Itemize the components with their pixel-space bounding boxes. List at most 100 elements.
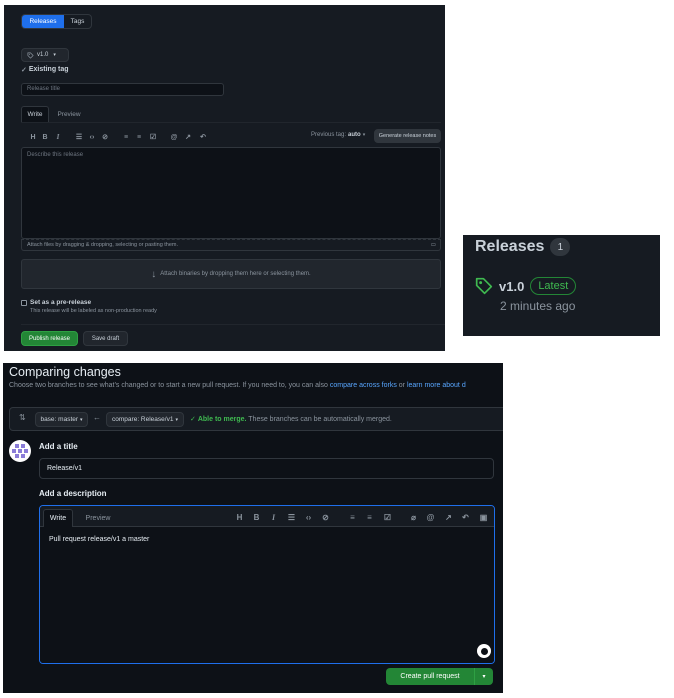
pr-title-input[interactable]: Release/v1 <box>39 458 494 479</box>
attach-files-bar[interactable]: Attach files by dragging & dropping, sel… <box>21 239 441 251</box>
chevron-down-icon: ▾ <box>53 52 56 58</box>
binaries-dropzone[interactable]: ↓ Attach binaries by dropping them here … <box>21 259 441 289</box>
release-item[interactable]: v1.0 Latest <box>475 277 577 295</box>
task-list-icon[interactable]: ☑ <box>148 132 158 142</box>
tag-icon <box>27 52 34 59</box>
merge-status: ✓ Able to merge. These branches can be a… <box>190 415 392 423</box>
prerelease-label[interactable]: Set as a pre-release <box>30 299 91 306</box>
tag-status-text: Existing tag <box>28 66 69 73</box>
merge-note: These branches can be automatically merg… <box>248 416 392 423</box>
pr-title-value: Release/v1 <box>47 465 83 472</box>
tab-write[interactable]: Write <box>43 509 73 527</box>
tab-tags[interactable]: Tags <box>64 15 91 28</box>
base-branch-label: base: master <box>40 416 79 423</box>
releases-count-badge: 1 <box>550 238 571 256</box>
tab-preview[interactable]: Preview <box>49 106 89 122</box>
compare-forks-link[interactable]: compare across forks <box>330 382 397 389</box>
bulleted-list-icon[interactable]: ≡ <box>364 512 375 523</box>
release-name-link[interactable]: v1.0 <box>499 279 524 294</box>
releases-heading[interactable]: Releases 1 <box>475 238 571 256</box>
check-icon: ✓ <box>21 67 27 74</box>
create-pull-request-button[interactable]: Create pull request <box>386 668 475 685</box>
previous-tag-select[interactable]: Previous tag: auto ▾ <box>311 132 365 138</box>
quote-icon[interactable]: ☰ <box>286 512 297 523</box>
cross-reference-icon[interactable]: ↗ <box>443 512 454 523</box>
undo-icon[interactable]: ↶ <box>460 512 471 523</box>
copilot-icon[interactable] <box>477 644 491 658</box>
publish-release-button[interactable]: Publish release <box>21 331 78 346</box>
release-time: 2 minutes ago <box>500 299 576 313</box>
cross-reference-icon[interactable]: ↗ <box>183 132 193 142</box>
compare-subtitle: Choose two branches to see what’s change… <box>9 382 466 389</box>
compare-branch-select[interactable]: compare: Release/v1 ▾ <box>106 412 184 427</box>
chevron-down-icon: ▾ <box>482 674 486 680</box>
latest-badge: Latest <box>530 277 577 295</box>
code-icon[interactable]: ‹› <box>303 512 314 523</box>
link-icon[interactable]: ⊘ <box>320 512 331 523</box>
bold-icon[interactable]: B <box>251 512 262 523</box>
chevron-down-icon: ▾ <box>175 416 178 423</box>
description-text: Pull request release/v1 a master <box>49 536 150 543</box>
tab-write[interactable]: Write <box>21 106 49 122</box>
releases-sidebar: Releases 1 v1.0 Latest 2 minutes ago <box>463 235 660 336</box>
previous-tag-label: Previous tag: <box>311 132 347 138</box>
numbered-list-icon[interactable]: ≡ <box>134 132 144 142</box>
mention-icon[interactable]: @ <box>425 512 436 523</box>
quote-icon[interactable]: ☰ <box>74 132 84 142</box>
releases-tags-switch: Releases Tags <box>21 14 92 29</box>
prerelease-checkbox[interactable] <box>21 300 27 306</box>
tag-status: ✓ Existing tag <box>21 66 69 74</box>
numbered-list-icon[interactable]: ≡ <box>347 512 358 523</box>
saved-replies-icon[interactable]: ▣ <box>478 512 489 523</box>
avatar[interactable] <box>9 440 31 462</box>
tag-select-button[interactable]: v1.0 ▾ <box>21 48 69 62</box>
attach-icon[interactable]: ⌀ <box>408 512 419 523</box>
previous-tag-value: auto <box>348 132 361 138</box>
markdown-icon: ▭ <box>430 242 436 248</box>
description-editor: Write Preview Pull request release/v1 a … <box>39 505 495 664</box>
subtitle-or: or <box>396 382 407 389</box>
tag-icon <box>475 277 493 295</box>
learn-more-link[interactable]: learn more about d <box>407 382 466 389</box>
add-title-label: Add a title <box>39 442 78 451</box>
chevron-down-icon: ▾ <box>80 416 83 423</box>
create-options-dropdown[interactable]: ▾ <box>475 668 493 685</box>
add-description-label: Add a description <box>39 489 107 498</box>
chevron-down-icon: ▾ <box>362 132 366 138</box>
tab-releases[interactable]: Releases <box>22 15 64 28</box>
arrow-down-icon: ↓ <box>151 268 157 280</box>
branch-selector-bar: ⇅ base: master ▾ ← compare: Release/v1 ▾… <box>9 407 503 431</box>
italic-icon[interactable]: I <box>53 132 63 142</box>
generate-release-notes-button[interactable]: Generate release notes <box>374 129 441 143</box>
task-list-icon[interactable]: ☑ <box>382 512 393 523</box>
release-body-placeholder: Describe this release <box>27 152 84 158</box>
check-icon: ✓ <box>190 416 196 423</box>
mention-icon[interactable]: @ <box>169 132 179 142</box>
editor-tabs: Write Preview <box>21 106 89 122</box>
release-title-placeholder: Release title <box>27 86 61 92</box>
link-icon[interactable]: ⊘ <box>100 132 110 142</box>
compare-arrows-icon: ⇅ <box>19 413 26 422</box>
releases-heading-text: Releases <box>475 238 545 255</box>
heading-icon[interactable]: H <box>234 512 245 523</box>
undo-icon[interactable]: ↶ <box>198 132 208 142</box>
tag-select-value: v1.0 <box>37 52 49 58</box>
subtitle-text: Choose two branches to see what’s change… <box>9 382 330 389</box>
italic-icon[interactable]: I <box>268 512 279 523</box>
base-branch-select[interactable]: base: master ▾ <box>35 412 88 427</box>
bold-icon[interactable]: B <box>40 132 50 142</box>
heading-icon[interactable]: H <box>28 132 38 142</box>
description-textarea[interactable]: Pull request release/v1 a master <box>40 527 494 663</box>
compare-branch-label: compare: Release/v1 <box>112 416 174 423</box>
code-icon[interactable]: ‹› <box>87 132 97 142</box>
arrow-left-icon: ← <box>93 413 101 422</box>
save-draft-button[interactable]: Save draft <box>83 331 128 346</box>
prerelease-hint: This release will be labeled as non-prod… <box>30 308 157 314</box>
release-body-textarea[interactable]: Describe this release <box>21 147 441 239</box>
release-title-input[interactable]: Release title <box>21 83 224 96</box>
merge-status-text: Able to merge. <box>197 416 247 423</box>
new-release-panel: Releases Tags v1.0 ▾ ✓ Existing tag Rele… <box>4 5 445 351</box>
create-pull-request-group: Create pull request ▾ <box>386 668 493 685</box>
tab-preview[interactable]: Preview <box>78 509 118 527</box>
bulleted-list-icon[interactable]: ≡ <box>121 132 131 142</box>
